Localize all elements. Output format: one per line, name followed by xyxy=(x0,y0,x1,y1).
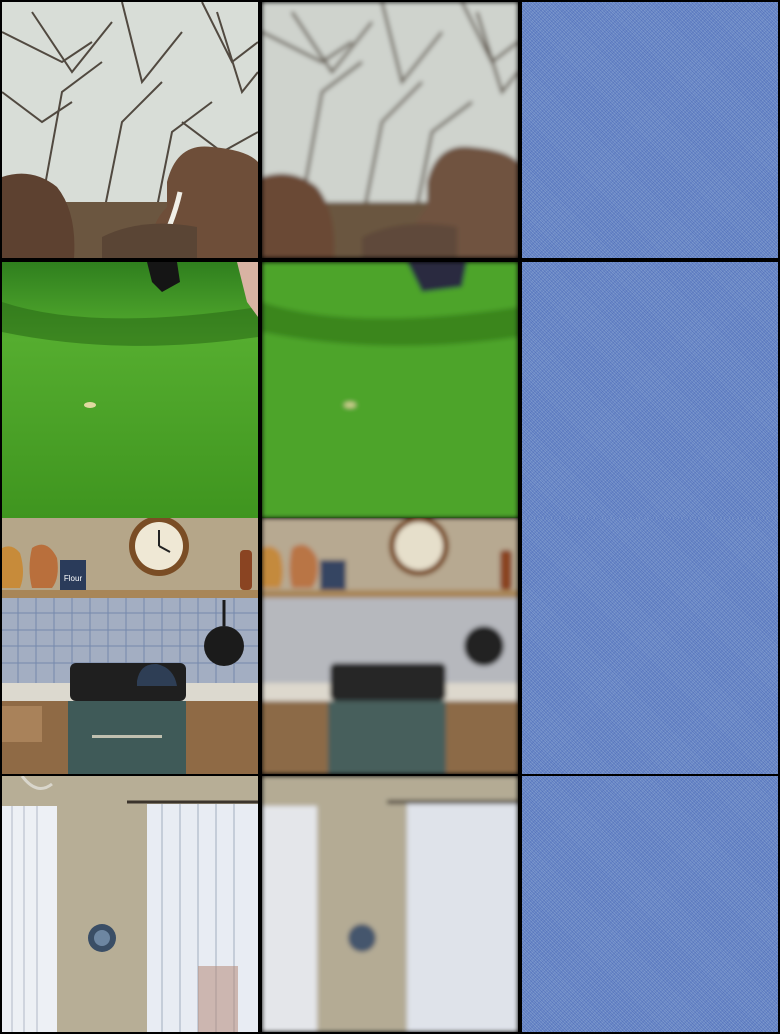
tile-kitchen-blurred xyxy=(262,518,518,774)
room-scene xyxy=(2,776,258,1032)
tile-kitchen-original: Flour xyxy=(2,518,258,774)
tile-elephants-noise xyxy=(522,2,778,258)
tile-kitchen-noise xyxy=(522,518,778,774)
tile-grass-blurred xyxy=(262,262,518,518)
kitchen-scene-blurred xyxy=(262,518,518,774)
tile-elephants-blurred xyxy=(262,2,518,258)
flour-label: Flour xyxy=(64,574,83,583)
tile-room-noise xyxy=(522,776,778,1032)
elephants-scene xyxy=(2,2,258,258)
tile-room-original xyxy=(2,776,258,1032)
kitchen-scene: Flour xyxy=(2,518,258,774)
elephants-scene-blurred xyxy=(262,2,518,258)
tile-room-blurred xyxy=(262,776,518,1032)
room-scene-blurred xyxy=(262,776,518,1032)
image-grid: Flour xyxy=(0,0,780,1034)
grass-scene-blurred xyxy=(262,262,518,518)
tile-grass-original xyxy=(2,262,258,518)
grass-scene xyxy=(2,262,258,518)
tile-elephants-original xyxy=(2,2,258,258)
tile-grass-noise xyxy=(522,262,778,518)
